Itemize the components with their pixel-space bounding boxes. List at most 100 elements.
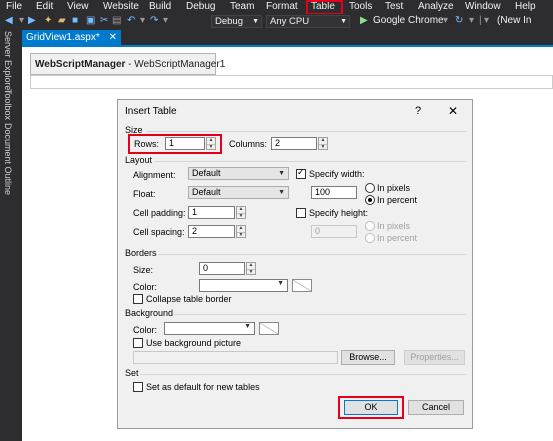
menu-view[interactable]: View (67, 1, 89, 12)
specify-width-checkbox[interactable] (296, 167, 306, 179)
control-type-label: WebScriptManager (35, 59, 126, 70)
collapse-border-checkbox[interactable] (133, 294, 143, 304)
alignment-select[interactable]: Default ▼ (188, 167, 289, 180)
menu-debug[interactable]: Debug (186, 1, 215, 12)
document-outline-tab[interactable]: Document Outline (3, 123, 13, 195)
spin-down-icon[interactable]: ▼ (319, 143, 327, 150)
border-size-spinner[interactable]: ▲ ▼ (246, 262, 256, 275)
height-input[interactable]: 0 (311, 225, 357, 238)
columns-spinner[interactable]: ▲ ▼ (318, 137, 328, 150)
height-in-percent-label: In percent (377, 233, 418, 243)
open-folder-icon[interactable]: ▰ (58, 15, 66, 26)
height-in-pixels-label: In pixels (377, 221, 411, 231)
refresh-icon[interactable]: ↻ (455, 15, 463, 26)
cancel-button[interactable]: Cancel (408, 400, 464, 415)
new-instance-label[interactable]: (New In (497, 15, 531, 26)
menu-edit[interactable]: Edit (36, 1, 53, 12)
width-input[interactable]: 100 (311, 186, 357, 199)
undo-icon[interactable]: ↶ (127, 15, 135, 26)
borders-section-label: Borders (125, 248, 157, 258)
close-icon[interactable]: ✕ (109, 32, 117, 43)
solution-config-select[interactable]: Debug ▼ (211, 15, 262, 28)
border-size-input[interactable]: 0 (199, 262, 245, 275)
redo-icon[interactable]: ↷ (150, 15, 158, 26)
width-in-pixels-label: In pixels (377, 183, 411, 193)
close-icon[interactable]: ✕ (448, 104, 458, 118)
float-select[interactable]: Default ▼ (188, 186, 289, 199)
cell-spacing-spinner[interactable]: ▲ ▼ (236, 225, 246, 238)
browser-label[interactable]: Google Chrome (373, 15, 444, 26)
height-in-pixels-radio[interactable] (365, 221, 375, 231)
specify-height-label: Specify height: (309, 208, 369, 218)
server-explorer-tab[interactable]: Server Explorer (3, 31, 13, 94)
spin-down-icon[interactable]: ▼ (237, 231, 245, 238)
save-all-icon[interactable]: ▣ (86, 15, 95, 26)
in-percent-radio[interactable] (365, 195, 375, 205)
menu-test[interactable]: Test (385, 1, 403, 12)
cell-padding-spinner[interactable]: ▲ ▼ (236, 206, 246, 219)
toolbox-tab[interactable]: Toolbox (3, 89, 13, 120)
background-section-label: Background (125, 308, 174, 318)
background-color-select[interactable]: ▼ (164, 322, 255, 335)
menu-file[interactable]: File (6, 1, 22, 12)
in-pixels-radio[interactable] (365, 183, 375, 193)
menu-tools[interactable]: Tools (349, 1, 372, 12)
platform-value: Any CPU (270, 16, 310, 27)
refresh-dropdown-icon[interactable]: ▾ (469, 15, 474, 26)
use-background-picture-checkbox[interactable] (133, 338, 143, 348)
spin-down-icon[interactable]: ▼ (247, 268, 255, 275)
browse-button[interactable]: Browse... (341, 350, 395, 365)
cut-icon[interactable]: ✂ (100, 15, 108, 26)
document-tab[interactable]: GridView1.aspx* ✕ (22, 30, 121, 46)
web-script-manager-control[interactable]: WebScriptManager - WebScriptManager1 (30, 53, 225, 75)
dialog-title: Insert Table (125, 106, 177, 117)
size-divider (146, 131, 466, 132)
document-tab-title: GridView1.aspx* (26, 32, 100, 43)
browser-dropdown-icon[interactable]: ▾ (443, 15, 448, 26)
specify-height-checkbox[interactable] (296, 208, 306, 218)
paste-icon[interactable]: ▤ (112, 15, 121, 26)
undo-dropdown-icon[interactable]: ▾ (140, 15, 145, 26)
dropdown-arrow-icon[interactable]: ▾ (19, 15, 24, 26)
help-icon[interactable]: ? (415, 105, 421, 117)
cell-padding-input[interactable]: 1 (188, 206, 235, 219)
save-icon[interactable]: ■ (72, 15, 78, 26)
solution-config-value: Debug (215, 16, 243, 27)
cell-spacing-input[interactable]: 2 (188, 225, 235, 238)
menu-help[interactable]: Help (515, 1, 536, 12)
ok-highlight (338, 396, 404, 419)
menu-bar: File Edit View Website Build Debug Team … (0, 0, 553, 14)
background-picture-path-input[interactable] (133, 351, 338, 364)
border-color-select[interactable]: ▼ (199, 279, 288, 292)
background-divider (174, 314, 466, 315)
height-in-percent-radio[interactable] (365, 233, 375, 243)
alignment-label: Alignment: (133, 170, 176, 180)
menu-format[interactable]: Format (266, 1, 298, 12)
new-project-icon[interactable]: ✦ (44, 15, 52, 26)
back-icon[interactable]: ◀ (5, 15, 13, 26)
menu-team[interactable]: Team (230, 1, 254, 12)
background-color-swatch[interactable] (259, 322, 279, 335)
control-id-label: - WebScriptManager1 (128, 59, 226, 70)
separator-icon: | (479, 15, 482, 26)
menu-website[interactable]: Website (103, 1, 139, 12)
start-icon[interactable]: ▶ (360, 15, 368, 26)
chevron-down-icon: ▼ (278, 189, 285, 196)
background-color-label: Color: (133, 325, 158, 335)
menu-analyze[interactable]: Analyze (418, 1, 454, 12)
control-placeholder-bar[interactable] (30, 75, 553, 89)
properties-button[interactable]: Properties... (404, 350, 465, 365)
forward-icon[interactable]: ▶ (28, 15, 36, 26)
menu-window[interactable]: Window (465, 1, 501, 12)
spin-down-icon[interactable]: ▼ (237, 212, 245, 219)
set-default-checkbox[interactable] (133, 382, 143, 392)
columns-input[interactable]: 2 (271, 137, 317, 150)
more-icon[interactable]: ▾ (484, 15, 489, 26)
alignment-value: Default (192, 168, 221, 178)
columns-label: Columns: (229, 139, 268, 149)
menu-build[interactable]: Build (149, 1, 171, 12)
layout-divider (155, 161, 466, 162)
border-color-swatch[interactable] (292, 279, 312, 292)
redo-dropdown-icon[interactable]: ▾ (163, 15, 168, 26)
platform-select[interactable]: Any CPU ▼ (266, 15, 350, 28)
